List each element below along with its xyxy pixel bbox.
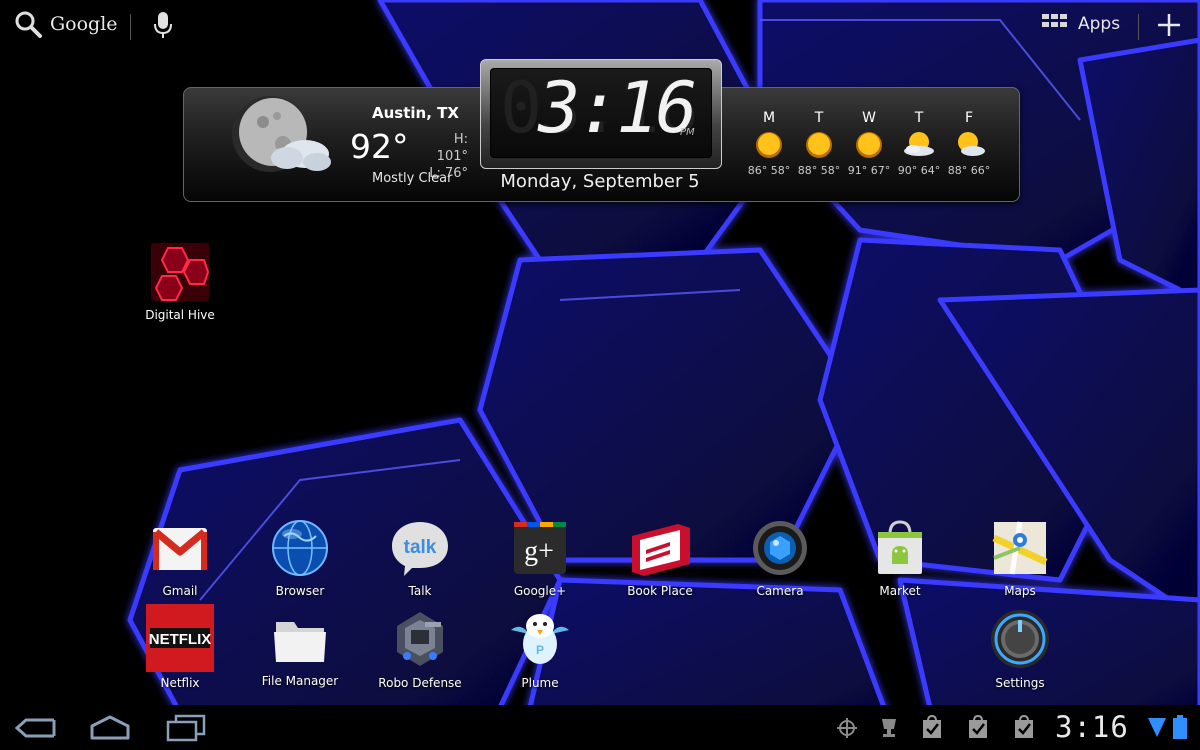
forecast-temps: 88° 66° <box>947 164 991 177</box>
sun-icon <box>756 132 782 158</box>
partly-cloudy-icon <box>904 132 934 156</box>
status-clock[interactable]: 3:16 <box>1055 710 1129 744</box>
app-talk[interactable]: talk Talk <box>365 518 475 598</box>
app-google-plus[interactable]: g+ Google+ <box>485 518 595 598</box>
market-bag-icon <box>878 520 922 574</box>
robo-defense-icon <box>397 612 443 666</box>
forecast-temps: 88° 58° <box>797 164 841 177</box>
app-label: Book Place <box>627 584 693 598</box>
gmail-icon <box>153 528 207 570</box>
market-update-icon[interactable] <box>966 714 990 740</box>
robot-notification-icon[interactable] <box>835 716 859 740</box>
settings-knob-icon <box>991 610 1049 668</box>
battery-icon[interactable] <box>1172 714 1188 740</box>
sun-icon <box>806 132 832 158</box>
market-update-icon[interactable] <box>1012 714 1036 740</box>
app-label: File Manager <box>261 674 339 688</box>
app-label: Market <box>879 584 921 598</box>
clock-ampm: PM <box>680 127 695 138</box>
plus-icon <box>1158 14 1180 36</box>
microphone-icon <box>154 12 172 38</box>
forecast-day-label: F <box>964 110 974 126</box>
forecast-day-label: T <box>914 110 924 126</box>
google-plus-icon: g+ <box>514 522 566 574</box>
app-label: Maps <box>1004 584 1036 598</box>
wifi-icon[interactable] <box>1146 715 1168 739</box>
digital-hive-icon <box>151 243 210 301</box>
forecast-temps: 91° 67° <box>847 164 891 177</box>
app-label: Talk <box>408 584 432 598</box>
forecast-temps: 86° 58° <box>747 164 791 177</box>
talk-bubble-icon: talk <box>392 522 448 576</box>
weather-city: Austin, TX <box>372 104 459 122</box>
recent-apps-icon[interactable] <box>166 714 206 742</box>
globe-icon <box>272 520 328 576</box>
voice-search-button[interactable] <box>152 10 174 44</box>
google-search-button[interactable]: Google <box>14 10 118 38</box>
trophy-icon[interactable] <box>877 716 901 740</box>
sun-icon <box>856 132 882 158</box>
book-place-icon <box>632 524 690 576</box>
forecast-temps: 90° 64° <box>897 164 941 177</box>
app-digital-hive[interactable]: Digital Hive <box>125 242 235 322</box>
app-netflix[interactable]: NETFLIX Netflix <box>125 604 235 690</box>
camera-lens-icon <box>753 521 807 575</box>
weather-condition: Mostly Clear <box>372 171 453 186</box>
svg-text:NETFLIX: NETFLIX <box>149 631 212 648</box>
app-robo-defense[interactable]: Robo Defense <box>365 608 475 690</box>
back-icon[interactable] <box>14 716 56 740</box>
app-label: Browser <box>275 584 325 598</box>
app-camera[interactable]: Camera <box>725 518 835 598</box>
apps-grid-icon <box>1042 14 1067 27</box>
clock-time: 3:16 <box>538 67 698 149</box>
moon-cloud-icon <box>232 96 331 172</box>
folder-icon <box>274 622 326 662</box>
app-label: Google+ <box>513 584 567 598</box>
app-label: Camera <box>756 584 804 598</box>
forecast-day-label: T <box>814 110 824 126</box>
forecast-day: M 86° 58° <box>741 110 797 177</box>
weather-temperature: 92° <box>350 127 409 166</box>
app-book-place[interactable]: Book Place <box>605 518 715 598</box>
svg-text:g+: g+ <box>524 536 554 567</box>
app-settings[interactable]: Settings <box>965 608 1075 690</box>
app-maps[interactable]: Maps <box>965 518 1075 598</box>
app-plume[interactable]: P Plume <box>485 608 595 690</box>
app-gmail[interactable]: Gmail <box>125 518 235 598</box>
app-label: Netflix <box>160 676 200 690</box>
market-update-icon[interactable] <box>920 714 944 740</box>
maps-icon <box>992 521 1048 575</box>
forecast-day: T 90° 64° <box>891 110 947 177</box>
app-file-manager[interactable]: File Manager <box>245 616 355 688</box>
app-label: Robo Defense <box>378 676 462 690</box>
divider <box>1138 14 1139 40</box>
forecast-day-label: W <box>862 110 876 126</box>
apps-label: Apps <box>1078 14 1121 34</box>
app-browser[interactable]: Browser <box>245 518 355 598</box>
divider <box>130 14 131 40</box>
search-icon <box>15 11 42 38</box>
home-icon[interactable] <box>88 714 132 742</box>
app-market[interactable]: Market <box>845 518 955 598</box>
apps-button[interactable]: Apps <box>1040 12 1120 36</box>
netflix-icon: NETFLIX <box>146 604 214 672</box>
app-label: Gmail <box>162 584 198 598</box>
app-label: Settings <box>995 676 1045 690</box>
svg-text:talk: talk <box>404 537 437 558</box>
add-widget-button[interactable] <box>1156 12 1182 42</box>
plume-bird-icon: P <box>511 614 569 664</box>
forecast-day: W 91° 67° <box>841 110 897 177</box>
app-label: Plume <box>521 676 559 690</box>
svg-text:P: P <box>536 643 544 657</box>
widget-date: Monday, September 5 <box>500 171 700 192</box>
forecast-day-label: M <box>762 110 776 126</box>
partly-cloudy-icon <box>958 132 985 156</box>
weather-high: H: 101° <box>436 132 468 164</box>
app-label: Digital Hive <box>145 308 215 322</box>
forecast-day: T 88° 58° <box>791 110 847 177</box>
google-search-label: Google <box>50 13 118 35</box>
forecast-day: F 88° 66° <box>941 110 997 177</box>
